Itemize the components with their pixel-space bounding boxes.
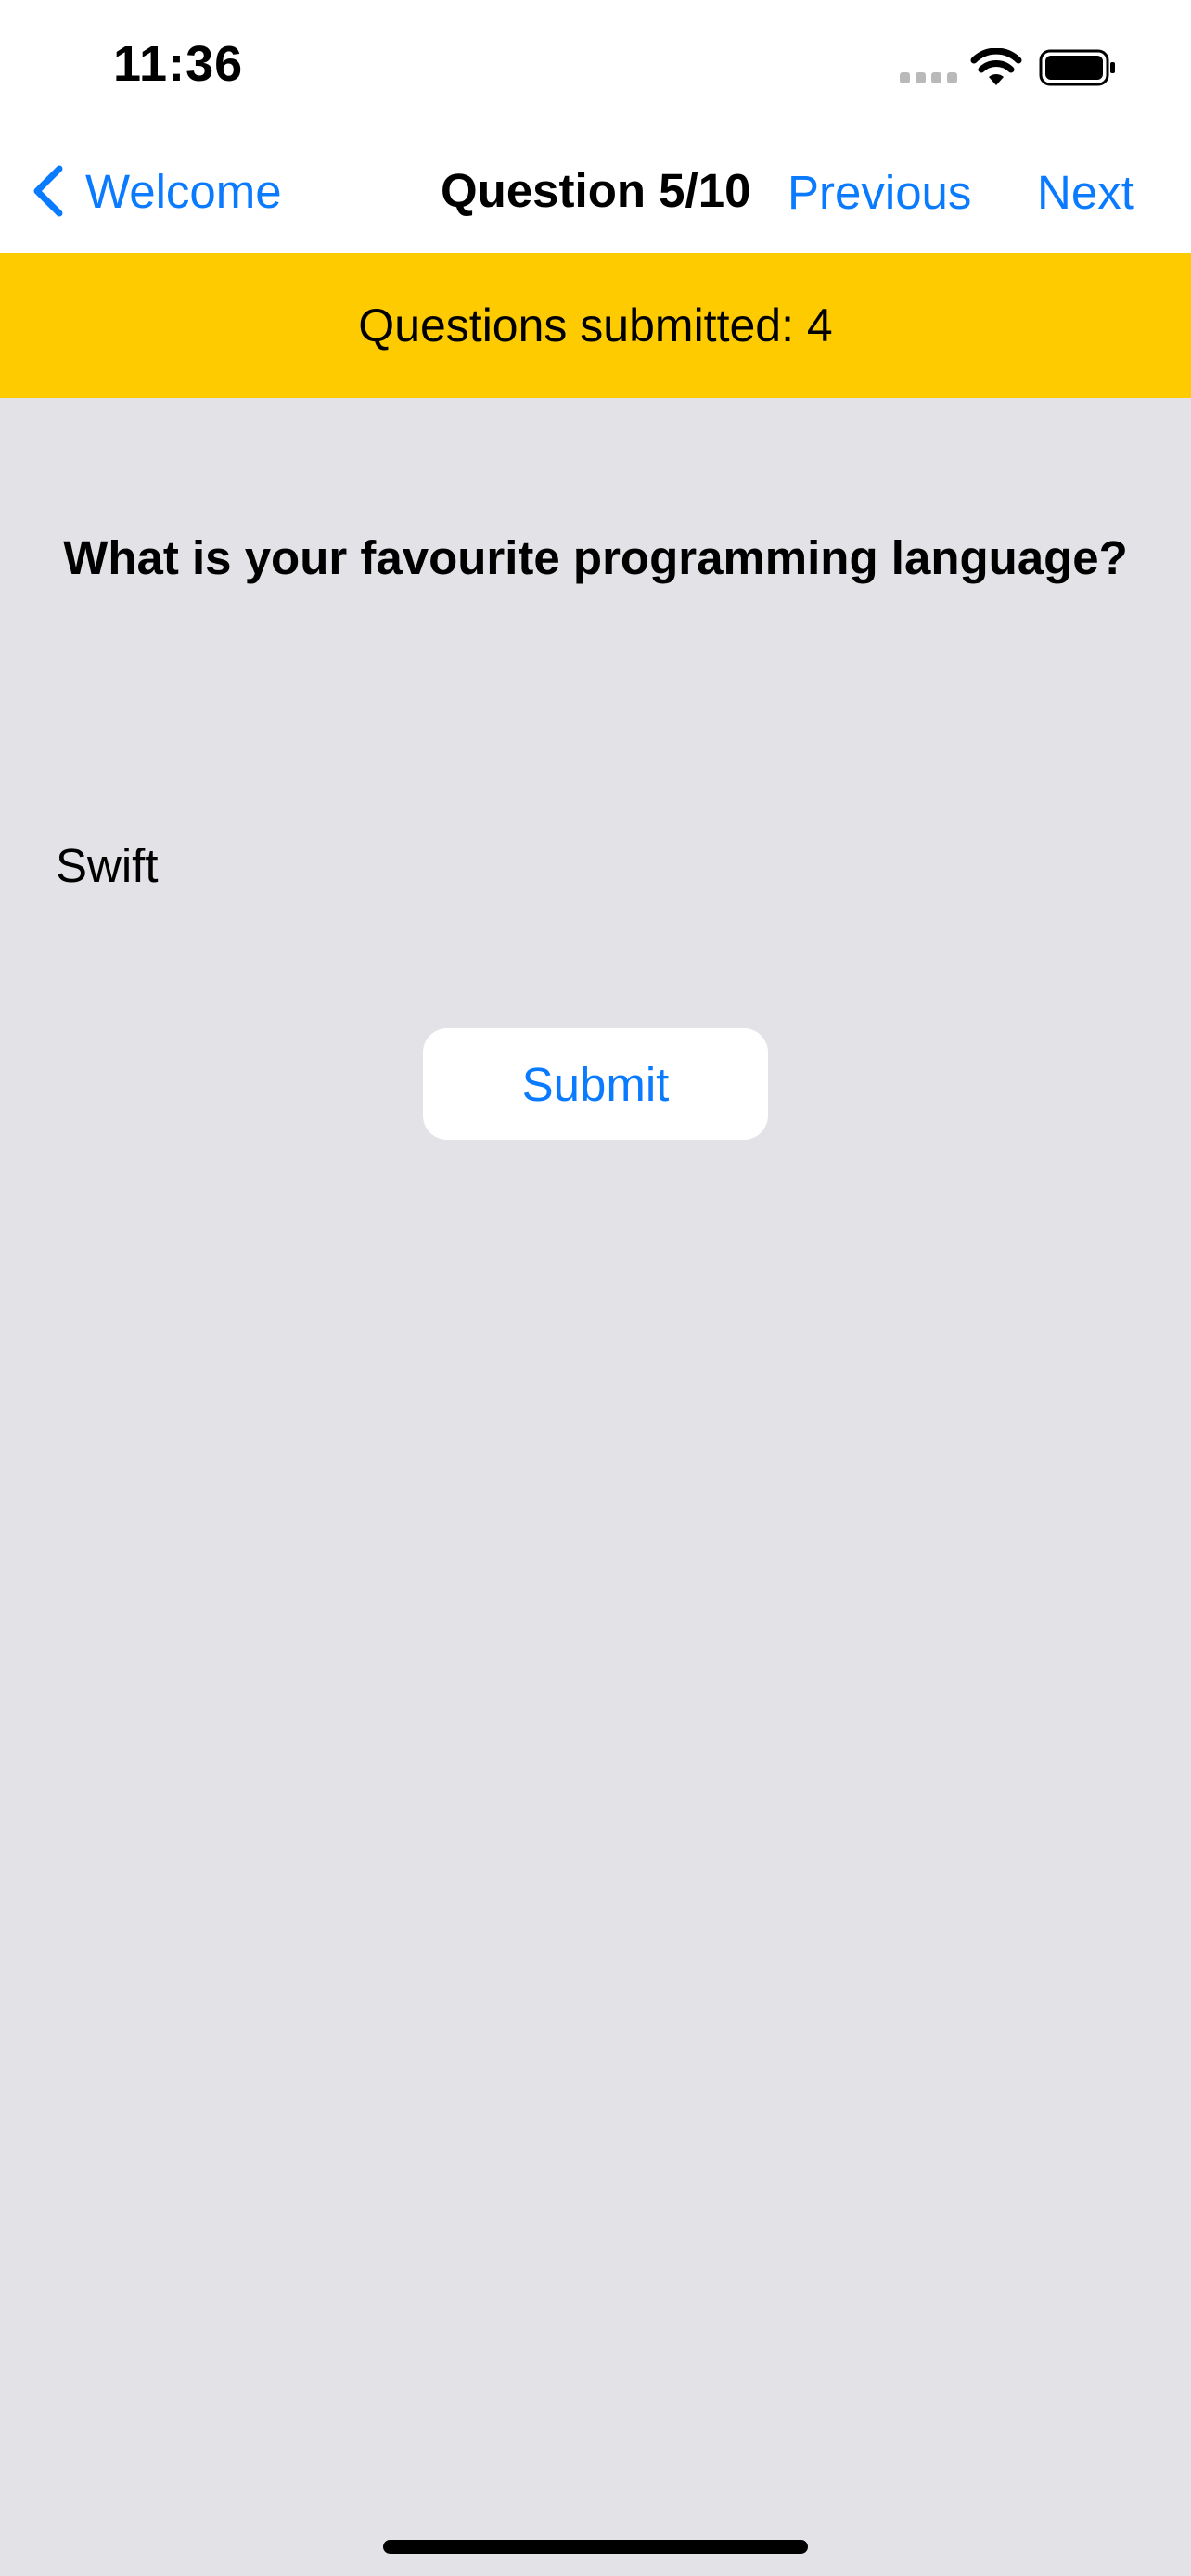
back-button-label: Welcome [85, 164, 282, 218]
signal-icon [900, 72, 957, 83]
wifi-icon [970, 48, 1022, 85]
battery-icon [1039, 49, 1115, 86]
next-button[interactable]: Next [1037, 165, 1134, 220]
chevron-left-icon [33, 165, 63, 217]
submitted-count-banner: Questions submitted: 4 [0, 253, 1191, 398]
navigation-bar: Welcome Question 5/10 Previous Next [0, 130, 1191, 253]
submit-button-label: Submit [521, 1057, 670, 1111]
back-button[interactable]: Welcome [28, 158, 282, 224]
status-bar: 11:36 [0, 0, 1191, 130]
submitted-count-text: Questions submitted: 4 [358, 300, 833, 351]
home-indicator [383, 2540, 808, 2554]
status-time: 11:36 [113, 36, 244, 92]
previous-button[interactable]: Previous [788, 165, 971, 220]
submit-button[interactable]: Submit [423, 1028, 768, 1140]
answer-text: Swift [56, 839, 159, 892]
question-text: What is your favourite programming langu… [63, 531, 1128, 584]
nav-title: Question 5/10 [441, 164, 751, 217]
